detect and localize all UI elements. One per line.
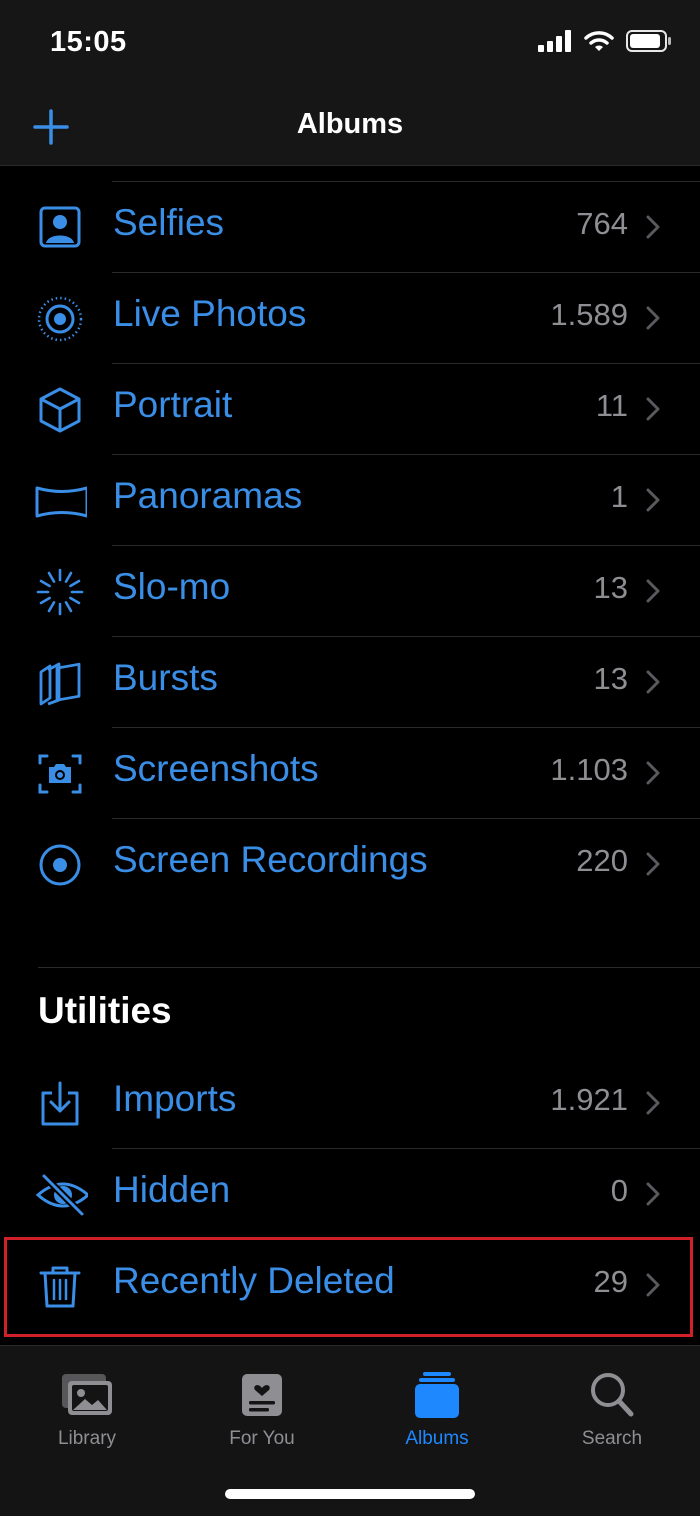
album-label: Screen Recordings (113, 839, 428, 880)
tab-label: Albums (405, 1428, 469, 1449)
trash-icon (39, 1266, 81, 1308)
bursts-icon (39, 662, 81, 706)
album-row-selfies[interactable]: Selfies 764 (0, 182, 700, 273)
album-label: Recently Deleted (113, 1260, 395, 1301)
tab-label: Search (581, 1428, 643, 1449)
album-row-live-photos[interactable]: Live Photos 1.589 (0, 273, 700, 364)
tab-albums[interactable]: Albums (367, 1370, 507, 1470)
status-bar: 15:05 (0, 0, 700, 88)
nav-bar: Albums (0, 88, 700, 166)
album-count: 11 (595, 388, 628, 423)
album-count: 13 (593, 570, 628, 605)
album-count: 1.103 (550, 752, 628, 787)
album-count: 1.589 (550, 297, 628, 332)
for-you-icon (242, 1374, 282, 1416)
album-label: Hidden (113, 1169, 231, 1210)
record-icon (39, 844, 81, 886)
battery-icon (626, 30, 671, 52)
album-label: Panoramas (113, 475, 303, 516)
live-photos-icon (37, 296, 83, 342)
section-divider (38, 967, 700, 968)
tab-label: For You (229, 1428, 295, 1449)
album-count: 1.921 (550, 1082, 628, 1117)
chevron-right-icon (646, 397, 660, 421)
chevron-right-icon (646, 306, 660, 330)
album-label: Portrait (113, 384, 233, 425)
album-row-recently-deleted[interactable]: Recently Deleted 29 (0, 1240, 700, 1331)
chevron-right-icon (646, 670, 660, 694)
section-title-utilities: Utilities (38, 990, 172, 1031)
status-time: 15:05 (50, 26, 127, 58)
slomo-icon (36, 568, 84, 616)
search-icon (591, 1373, 634, 1417)
album-label: Selfies (113, 202, 225, 243)
album-count: 0 (610, 1173, 628, 1208)
chevron-right-icon (646, 1273, 660, 1297)
album-row-hidden[interactable]: Hidden 0 (0, 1149, 700, 1240)
album-label: Screenshots (113, 748, 319, 789)
album-label: Live Photos (113, 293, 307, 334)
chevron-right-icon (646, 1182, 660, 1206)
signal-icon (538, 30, 571, 52)
album-label: Slo-mo (113, 566, 231, 607)
album-row-bursts[interactable]: Bursts 13 (0, 637, 700, 728)
album-row-imports[interactable]: Imports 1.921 (0, 1058, 700, 1149)
home-indicator (225, 1489, 475, 1499)
album-row-slo-mo[interactable]: Slo-mo 13 (0, 546, 700, 637)
album-count: 220 (576, 843, 628, 878)
tab-for-you[interactable]: For You (192, 1370, 332, 1470)
tab-search[interactable]: Search (542, 1370, 682, 1470)
album-row-screen-recordings[interactable]: Screen Recordings 220 (0, 819, 700, 910)
status-icons (538, 30, 672, 52)
import-icon (41, 1081, 79, 1126)
screenshot-icon (38, 754, 82, 794)
chevron-right-icon (646, 215, 660, 239)
chevron-right-icon (646, 579, 660, 603)
selfie-icon (39, 206, 81, 248)
album-row-screenshots[interactable]: Screenshots 1.103 (0, 728, 700, 819)
wifi-icon (584, 31, 614, 51)
album-count: 1 (610, 479, 628, 514)
cube-icon (39, 387, 81, 433)
tab-library[interactable]: Library (17, 1370, 157, 1470)
chevron-right-icon (646, 1091, 660, 1115)
library-icon (62, 1374, 112, 1415)
chevron-right-icon (646, 852, 660, 876)
chevron-right-icon (646, 761, 660, 785)
albums-icon (415, 1372, 459, 1418)
album-row-panoramas[interactable]: Panoramas 1 (0, 455, 700, 546)
album-row-portrait[interactable]: Portrait 11 (0, 364, 700, 455)
panorama-icon (35, 486, 87, 518)
tab-label: Library (57, 1428, 117, 1449)
album-label: Imports (113, 1078, 237, 1119)
eye-slash-icon (35, 1173, 88, 1217)
page-title: Albums (296, 108, 404, 140)
album-label: Bursts (113, 657, 218, 698)
album-count: 764 (576, 206, 628, 241)
album-count: 13 (593, 661, 628, 696)
chevron-right-icon (646, 488, 660, 512)
album-count: 29 (593, 1264, 628, 1299)
